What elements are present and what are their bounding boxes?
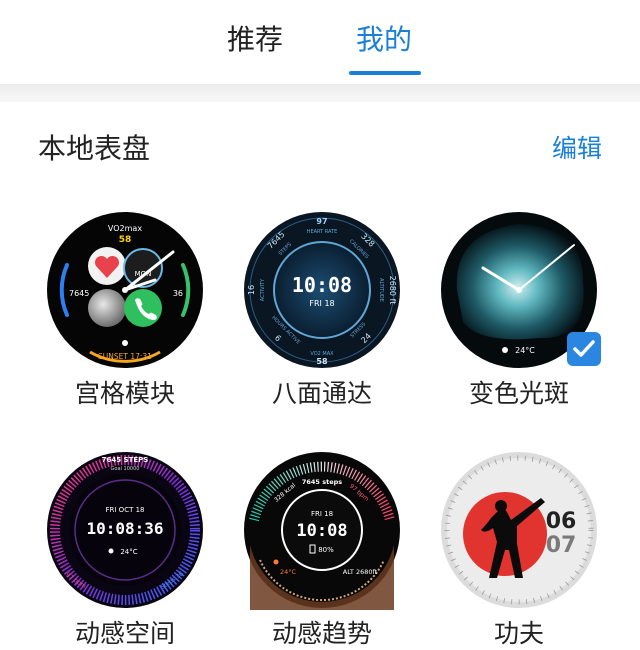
date-display: FRI 18: [309, 299, 334, 308]
time-display: 10:08:36: [86, 519, 163, 538]
vo2-value: 58: [316, 357, 328, 366]
edit-button[interactable]: 编辑: [552, 131, 602, 167]
watch-face-card[interactable]: 7645 STEPS Goal 10000 FRI OCT 18 10:08:3…: [35, 450, 215, 650]
section-title: 本地表盘: [38, 132, 151, 165]
selected-badge: [567, 332, 601, 366]
sun-icon: [108, 548, 114, 554]
watch-face-card[interactable]: 328 kcal 7645 steps 97 bpm FRI 18 10:08 …: [232, 450, 412, 650]
activity-value: 16: [247, 285, 256, 295]
phone-tile: [124, 289, 162, 327]
checkmark-icon: [573, 340, 595, 357]
section-divider: [0, 84, 640, 102]
altitude-value: 2680 ft: [388, 276, 397, 305]
watch-face-preview: VO2max 58 MON 7645 36 SUNSET 17:31: [47, 212, 203, 368]
hour-display: 06: [546, 509, 577, 534]
battery-display: 80%: [318, 546, 334, 554]
steps-display: 7645 STEPS: [102, 456, 149, 464]
watch-face-name: 动感趋势: [271, 619, 372, 648]
watch-face-card[interactable]: 24°C 变色光斑: [429, 210, 609, 410]
watch-face-name: 变色光斑: [468, 379, 569, 408]
watch-face-name: 动感空间: [74, 619, 175, 648]
sunset-label: SUNSET 17:31: [98, 352, 152, 361]
calendar-tile: [123, 248, 163, 288]
sun-icon: [122, 340, 128, 346]
date-display: FRI OCT 18: [106, 506, 145, 514]
watch-face-preview: 06 07: [441, 452, 597, 608]
steps-display: 7645 steps: [302, 478, 342, 486]
tab-indicator: [349, 71, 421, 75]
sun-icon: [502, 347, 508, 353]
heart-rate-value: 97: [316, 217, 327, 226]
altitude-label: ALTITUDE: [378, 278, 384, 302]
minute-display: 07: [546, 533, 577, 558]
sun-icon: [273, 559, 279, 565]
watch-face-card[interactable]: VO2max 58 MON 7645 36 SUNSET 17:31 宫格模块: [35, 210, 215, 410]
time-display: 10:08: [292, 273, 352, 297]
watch-face-name: 功夫: [493, 619, 544, 648]
right-value: 36: [173, 289, 183, 298]
watch-face-name: 八面通达: [271, 379, 372, 408]
altitude-display: ALT 2680ft: [343, 568, 378, 576]
watch-face-card[interactable]: 97 HEART RATE 7645 STEPS 328 CALORIES 26…: [232, 210, 412, 410]
temperature-display: 24°C: [515, 346, 535, 355]
time-display: 10:08: [296, 521, 347, 541]
watch-face-preview: 97 HEART RATE 7645 STEPS 328 CALORIES 26…: [244, 212, 400, 368]
goal-display: Goal 10000: [111, 466, 140, 472]
heart-rate-label: HEART RATE: [307, 229, 338, 235]
watch-face-preview: 7645 STEPS Goal 10000 FRI OCT 18 10:08:3…: [47, 452, 203, 608]
watch-face-name: 宫格模块: [74, 379, 175, 408]
tab-mine[interactable]: 我的: [356, 22, 412, 58]
moon-icon: [88, 289, 126, 327]
steps-value: 7645: [69, 289, 89, 298]
watch-face-card[interactable]: 06 07 功夫: [429, 450, 609, 650]
light-spot: [456, 224, 584, 340]
watch-face-preview: 328 kcal 7645 steps 97 bpm FRI 18 10:08 …: [244, 452, 400, 610]
activity-label: ACTIVITY: [260, 278, 266, 301]
date-display: FRI 18: [311, 510, 333, 518]
temperature-display: 24°C: [280, 568, 297, 576]
tab-recommended[interactable]: 推荐: [227, 22, 283, 58]
vo2-label: VO2max: [108, 224, 142, 233]
tab-bar: 推荐 我的: [0, 0, 640, 84]
temperature-display: 24°C: [120, 548, 137, 556]
vo2-value: 58: [119, 235, 132, 245]
